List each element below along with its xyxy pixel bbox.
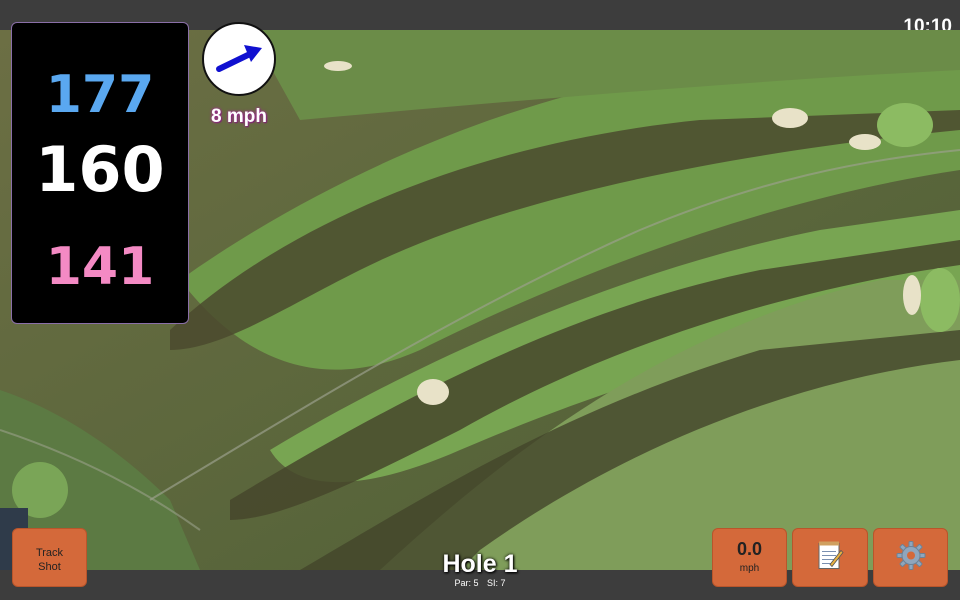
speed-button[interactable]: 0.0 mph — [712, 528, 787, 587]
track-shot-label-line1: Track — [35, 547, 64, 559]
speed-unit: mph — [739, 563, 760, 574]
speed-value: 0.0 — [736, 539, 763, 559]
hole-stroke-index: SI: 7 — [487, 578, 506, 588]
track-shot-button[interactable]: Track Shot — [12, 528, 87, 587]
settings-button[interactable] — [873, 528, 948, 587]
hole-title: Hole 1 — [442, 550, 518, 578]
notepad-icon — [816, 540, 844, 575]
front-distance: 141 — [45, 237, 155, 297]
wind-indicator — [202, 22, 276, 96]
notes-button[interactable] — [792, 528, 868, 587]
middle-distance: 160 — [35, 133, 165, 206]
hole-meta: Par: 5 SI: 7 — [400, 578, 560, 588]
back-distance: 177 — [45, 65, 155, 125]
track-shot-label-line2: Shot — [38, 561, 61, 573]
wind-speed-label: 8 mph — [211, 106, 267, 127]
distance-panel: 177 160 141 — [11, 22, 189, 324]
gear-icon — [895, 539, 927, 576]
wind-arrow-icon — [216, 45, 262, 72]
hole-par: Par: 5 — [454, 578, 479, 588]
